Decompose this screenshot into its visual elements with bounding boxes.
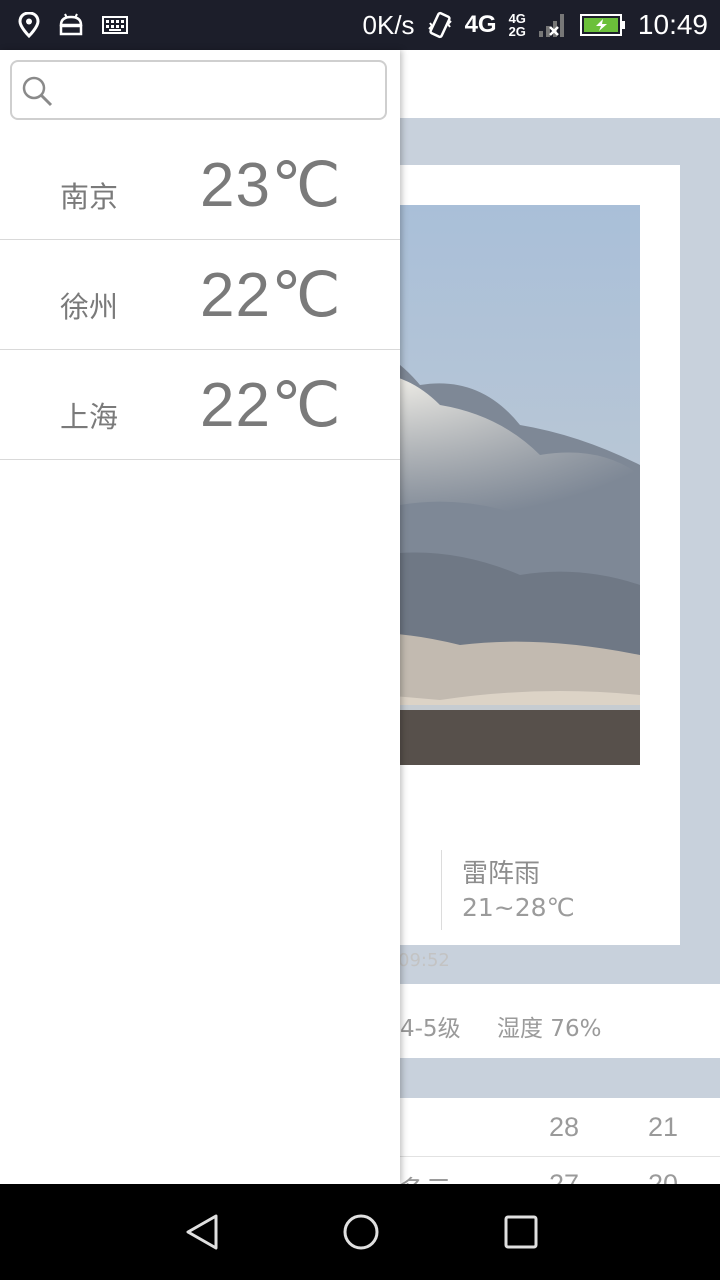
weather-condition: 雷阵雨: [462, 859, 541, 889]
network-4g-label: 4G: [464, 11, 497, 38]
status-right-icons: 0K/s 4G 4G 2G 10:49: [363, 8, 708, 42]
forecast-low: 20: [648, 1169, 679, 1184]
forecast-high: 28: [549, 1112, 580, 1142]
back-icon[interactable]: [182, 1212, 222, 1252]
city-name: 上海: [60, 400, 119, 434]
temp-range: 21~28℃: [462, 893, 575, 922]
navigation-bar: [0, 1184, 720, 1280]
forecast-low: 21: [648, 1112, 679, 1142]
wind-level: 4-5级: [400, 1016, 461, 1042]
vibrate-icon: [427, 11, 452, 39]
forecast-high: 27: [549, 1169, 580, 1184]
battery-charging-icon: [579, 14, 625, 36]
keyboard-icon: [102, 16, 128, 34]
city-item-nanjing[interactable]: 南京 23℃: [0, 130, 400, 240]
city-name: 徐州: [60, 290, 119, 324]
clock: 10:49: [637, 9, 708, 40]
location-icon: [18, 12, 40, 38]
search-box[interactable]: [10, 60, 387, 120]
signal-icon: [538, 14, 564, 37]
forecast-label: 多云: [398, 1169, 452, 1184]
net-speed: 0K/s: [362, 9, 415, 40]
update-time: 09:52: [398, 950, 450, 971]
home-icon[interactable]: [341, 1212, 381, 1252]
city-item-shanghai[interactable]: 上海 22℃: [0, 350, 400, 460]
condition-divider: [441, 850, 442, 930]
status-bar: 0K/s 4G 4G 2G 10:49: [0, 0, 720, 50]
city-temp: 23℃: [200, 151, 342, 220]
city-drawer[interactable]: 南京 23℃ 徐州 22℃ 上海 22℃: [0, 50, 400, 1184]
city-temp: 22℃: [200, 261, 342, 330]
recents-icon[interactable]: [501, 1212, 541, 1252]
dual-network-label: 4G 2G: [508, 11, 526, 39]
city-list: 南京 23℃ 徐州 22℃ 上海 22℃: [0, 130, 400, 460]
search-input[interactable]: [62, 70, 376, 112]
city-temp: 22℃: [200, 371, 342, 440]
humidity: 湿度 76%: [497, 1016, 602, 1042]
android-icon: [59, 13, 83, 36]
status-left-icons: [18, 12, 128, 38]
search-icon: [22, 76, 53, 107]
city-item-xuzhou[interactable]: 徐州 22℃: [0, 240, 400, 350]
city-name: 南京: [60, 180, 119, 214]
